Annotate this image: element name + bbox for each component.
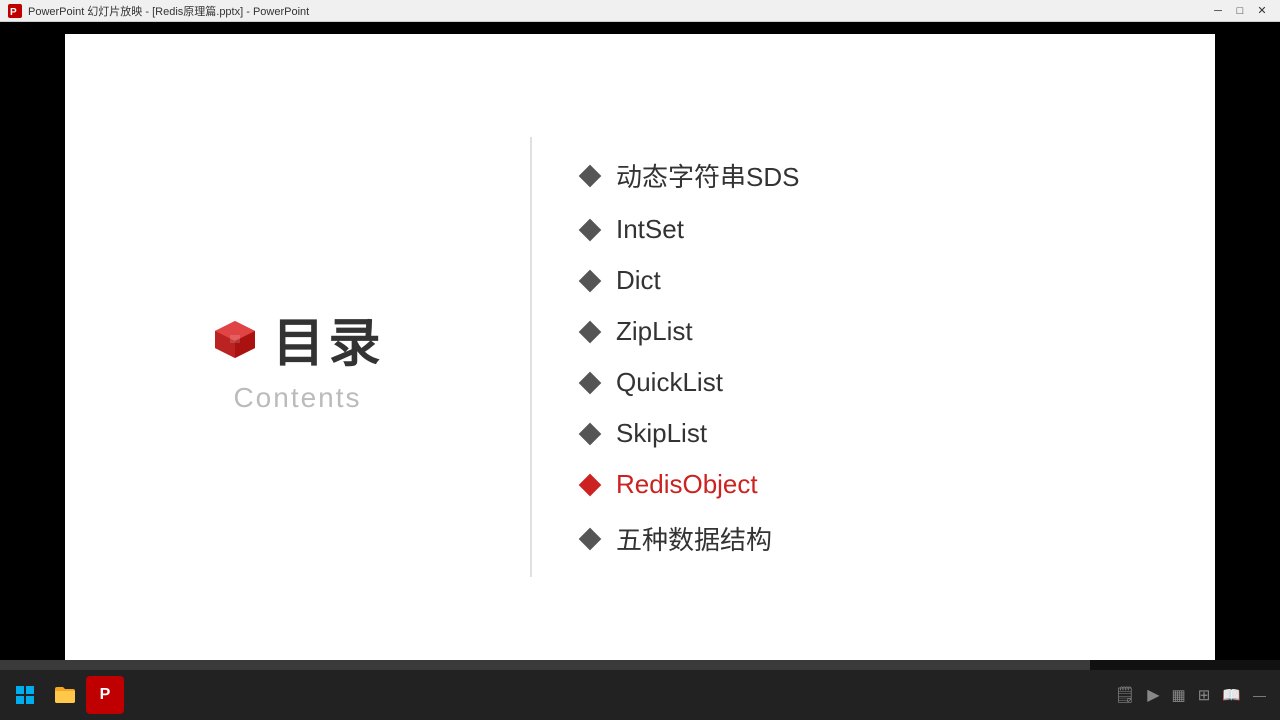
list-item-text: RedisObject [616, 469, 758, 500]
title-bar-text: PowerPoint 幻灯片放映 - [Redis原理篇.pptx] - Pow… [28, 3, 309, 19]
list-item-text: Dict [616, 265, 661, 296]
title-bar-left: P PowerPoint 幻灯片放映 - [Redis原理篇.pptx] - P… [8, 3, 309, 19]
bullet-diamond-icon [579, 473, 602, 496]
taskbar: P 🗒 ▶ ▦ ⊞ 📖 — [0, 670, 1280, 720]
reading-view-icon[interactable]: 📖 [1222, 686, 1241, 704]
title-row: 目录 [210, 301, 384, 376]
list-item-text: 五种数据结构 [616, 520, 772, 557]
slide-title-area: 目录 Contents [65, 34, 530, 680]
svg-text:P: P [10, 7, 17, 18]
list-item-text: 动态字符串SDS [616, 157, 799, 194]
title-group: 目录 Contents [210, 301, 384, 414]
powerpoint-icon: P [8, 4, 22, 18]
list-item-text: QuickList [616, 367, 723, 398]
list-item: RedisObject [582, 463, 1215, 506]
bullet-diamond-icon [579, 527, 602, 550]
minimize-button[interactable]: ─ [1208, 3, 1228, 19]
maximize-button[interactable]: □ [1230, 3, 1250, 19]
bullet-diamond-icon [579, 422, 602, 445]
powerpoint-taskbar-button[interactable]: P [86, 676, 124, 714]
slide-background: 目录 Contents 动态字符串SDS IntSet Dict ZipList Qui… [0, 22, 1280, 692]
play-icon[interactable]: ▶ [1147, 685, 1159, 705]
normal-view-icon[interactable]: ▦ [1172, 686, 1186, 704]
list-item: QuickList [582, 361, 1215, 404]
bullet-diamond-icon [579, 320, 602, 343]
view-controls: 🗒 ▶ ▦ ⊞ 📖 — [1115, 685, 1274, 705]
list-item: IntSet [582, 208, 1215, 251]
list-item: Dict [582, 259, 1215, 302]
bullet-diamond-icon [579, 269, 602, 292]
bullet-diamond-icon [579, 164, 602, 187]
slide-list-area: 动态字符串SDS IntSet Dict ZipList QuickList SkipLi… [532, 151, 1215, 563]
close-button[interactable]: ✕ [1252, 3, 1272, 19]
file-explorer-button[interactable] [46, 676, 84, 714]
notes-icon[interactable]: 🗒 [1115, 685, 1135, 705]
ppt-icon: P [100, 686, 111, 704]
slide-wrapper: 目录 Contents 动态字符串SDS IntSet Dict ZipList Qui… [65, 34, 1215, 680]
list-item: ZipList [582, 310, 1215, 353]
windows-icon [15, 685, 35, 705]
list-item-text: ZipList [616, 316, 693, 347]
list-item: 五种数据结构 [582, 514, 1215, 563]
title-bar: P PowerPoint 幻灯片放映 - [Redis原理篇.pptx] - P… [0, 0, 1280, 22]
list-item-text: IntSet [616, 214, 684, 245]
bullet-diamond-icon [579, 371, 602, 394]
list-item: SkipList [582, 412, 1215, 455]
list-item-text: SkipList [616, 418, 707, 449]
redis-logo-icon [210, 313, 260, 363]
slide-content: 目录 Contents 动态字符串SDS IntSet Dict ZipList Qui… [65, 34, 1215, 680]
folder-icon [53, 683, 77, 707]
list-item: 动态字符串SDS [582, 151, 1215, 200]
scroll-bar[interactable] [0, 660, 1280, 670]
windows-button[interactable] [6, 676, 44, 714]
slide-sorter-icon[interactable]: ⊞ [1198, 686, 1211, 704]
slide-title-chinese: 目录 [272, 301, 384, 376]
slide-title-english: Contents [233, 382, 361, 414]
title-bar-controls: ─ □ ✕ [1208, 3, 1272, 19]
scroll-thumb [0, 660, 1090, 670]
bullet-diamond-icon [579, 218, 602, 241]
zoom-level: — [1253, 688, 1266, 703]
